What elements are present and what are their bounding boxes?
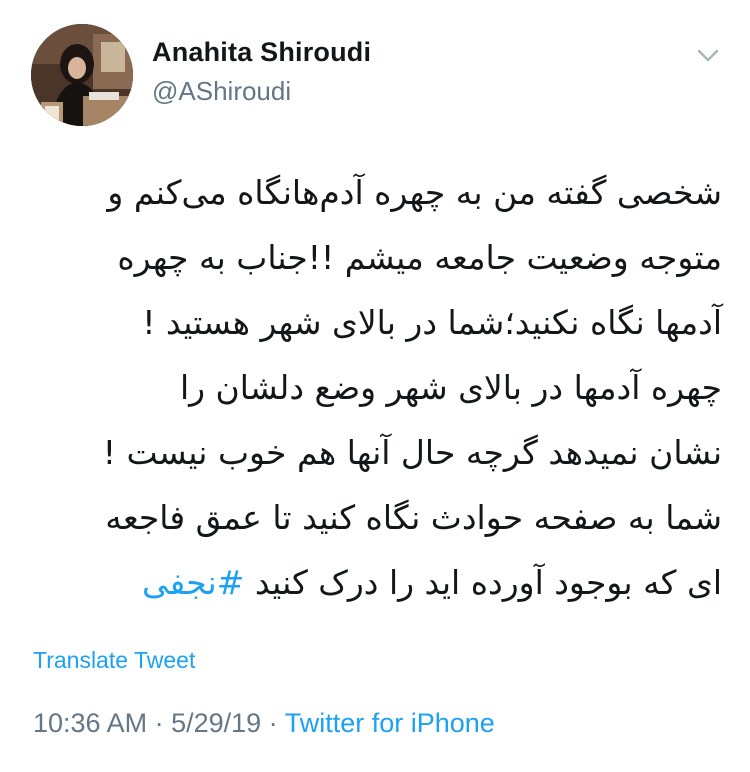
meta-separator: ·: [261, 708, 285, 738]
tweet-time: 10:36 AM: [33, 708, 148, 738]
profile-photo-icon: [31, 24, 133, 126]
tweet-date: 5/29/19: [171, 708, 262, 738]
tweet-line-2: متوجه وضعیت جامعه میشم !!جناب به چهره: [117, 238, 722, 277]
tweet-header: Anahita Shiroudi @AShiroudi: [0, 0, 750, 140]
meta-separator: ·: [147, 708, 172, 738]
author-avatar[interactable]: [31, 24, 133, 126]
tweet-metadata: 10:36 AM · 5/29/19 · Twitter for iPhone: [33, 708, 495, 739]
author-display-name[interactable]: Anahita Shiroudi: [152, 37, 371, 68]
hashtag-link[interactable]: #نجفی: [142, 563, 244, 602]
tweet-line-4: چهره آدمها در بالای شهر وضع دلشان را: [179, 368, 722, 407]
tweet-text: شخصی گفته من به چهره آدم‌هانگاه می‌کنم و…: [28, 160, 722, 615]
author-handle[interactable]: @AShiroudi: [152, 76, 291, 107]
tweet-line-6: شما به صفحه حوادث نگاه کنید تا عمق فاجعه: [105, 498, 722, 537]
tweet-line-1: شخصی گفته من به چهره آدم‌هانگاه می‌کنم و: [107, 173, 722, 212]
tweet-source-link[interactable]: Twitter for iPhone: [285, 708, 495, 738]
translate-tweet-link[interactable]: Translate Tweet: [33, 647, 195, 674]
tweet-line-5: نشان نمیدهد گرچه حال آنها هم خوب نیست !: [102, 433, 722, 472]
tweet-line-7-text: ای که بوجود آورده اید را درک کنید: [244, 563, 722, 602]
chevron-down-icon[interactable]: [694, 44, 722, 66]
tweet-line-7: ای که بوجود آورده اید را درک کنید #نجفی: [28, 550, 722, 615]
tweet-line-3: آدمها نگاه نکنید؛شما در بالای شهر هستید …: [142, 303, 722, 342]
